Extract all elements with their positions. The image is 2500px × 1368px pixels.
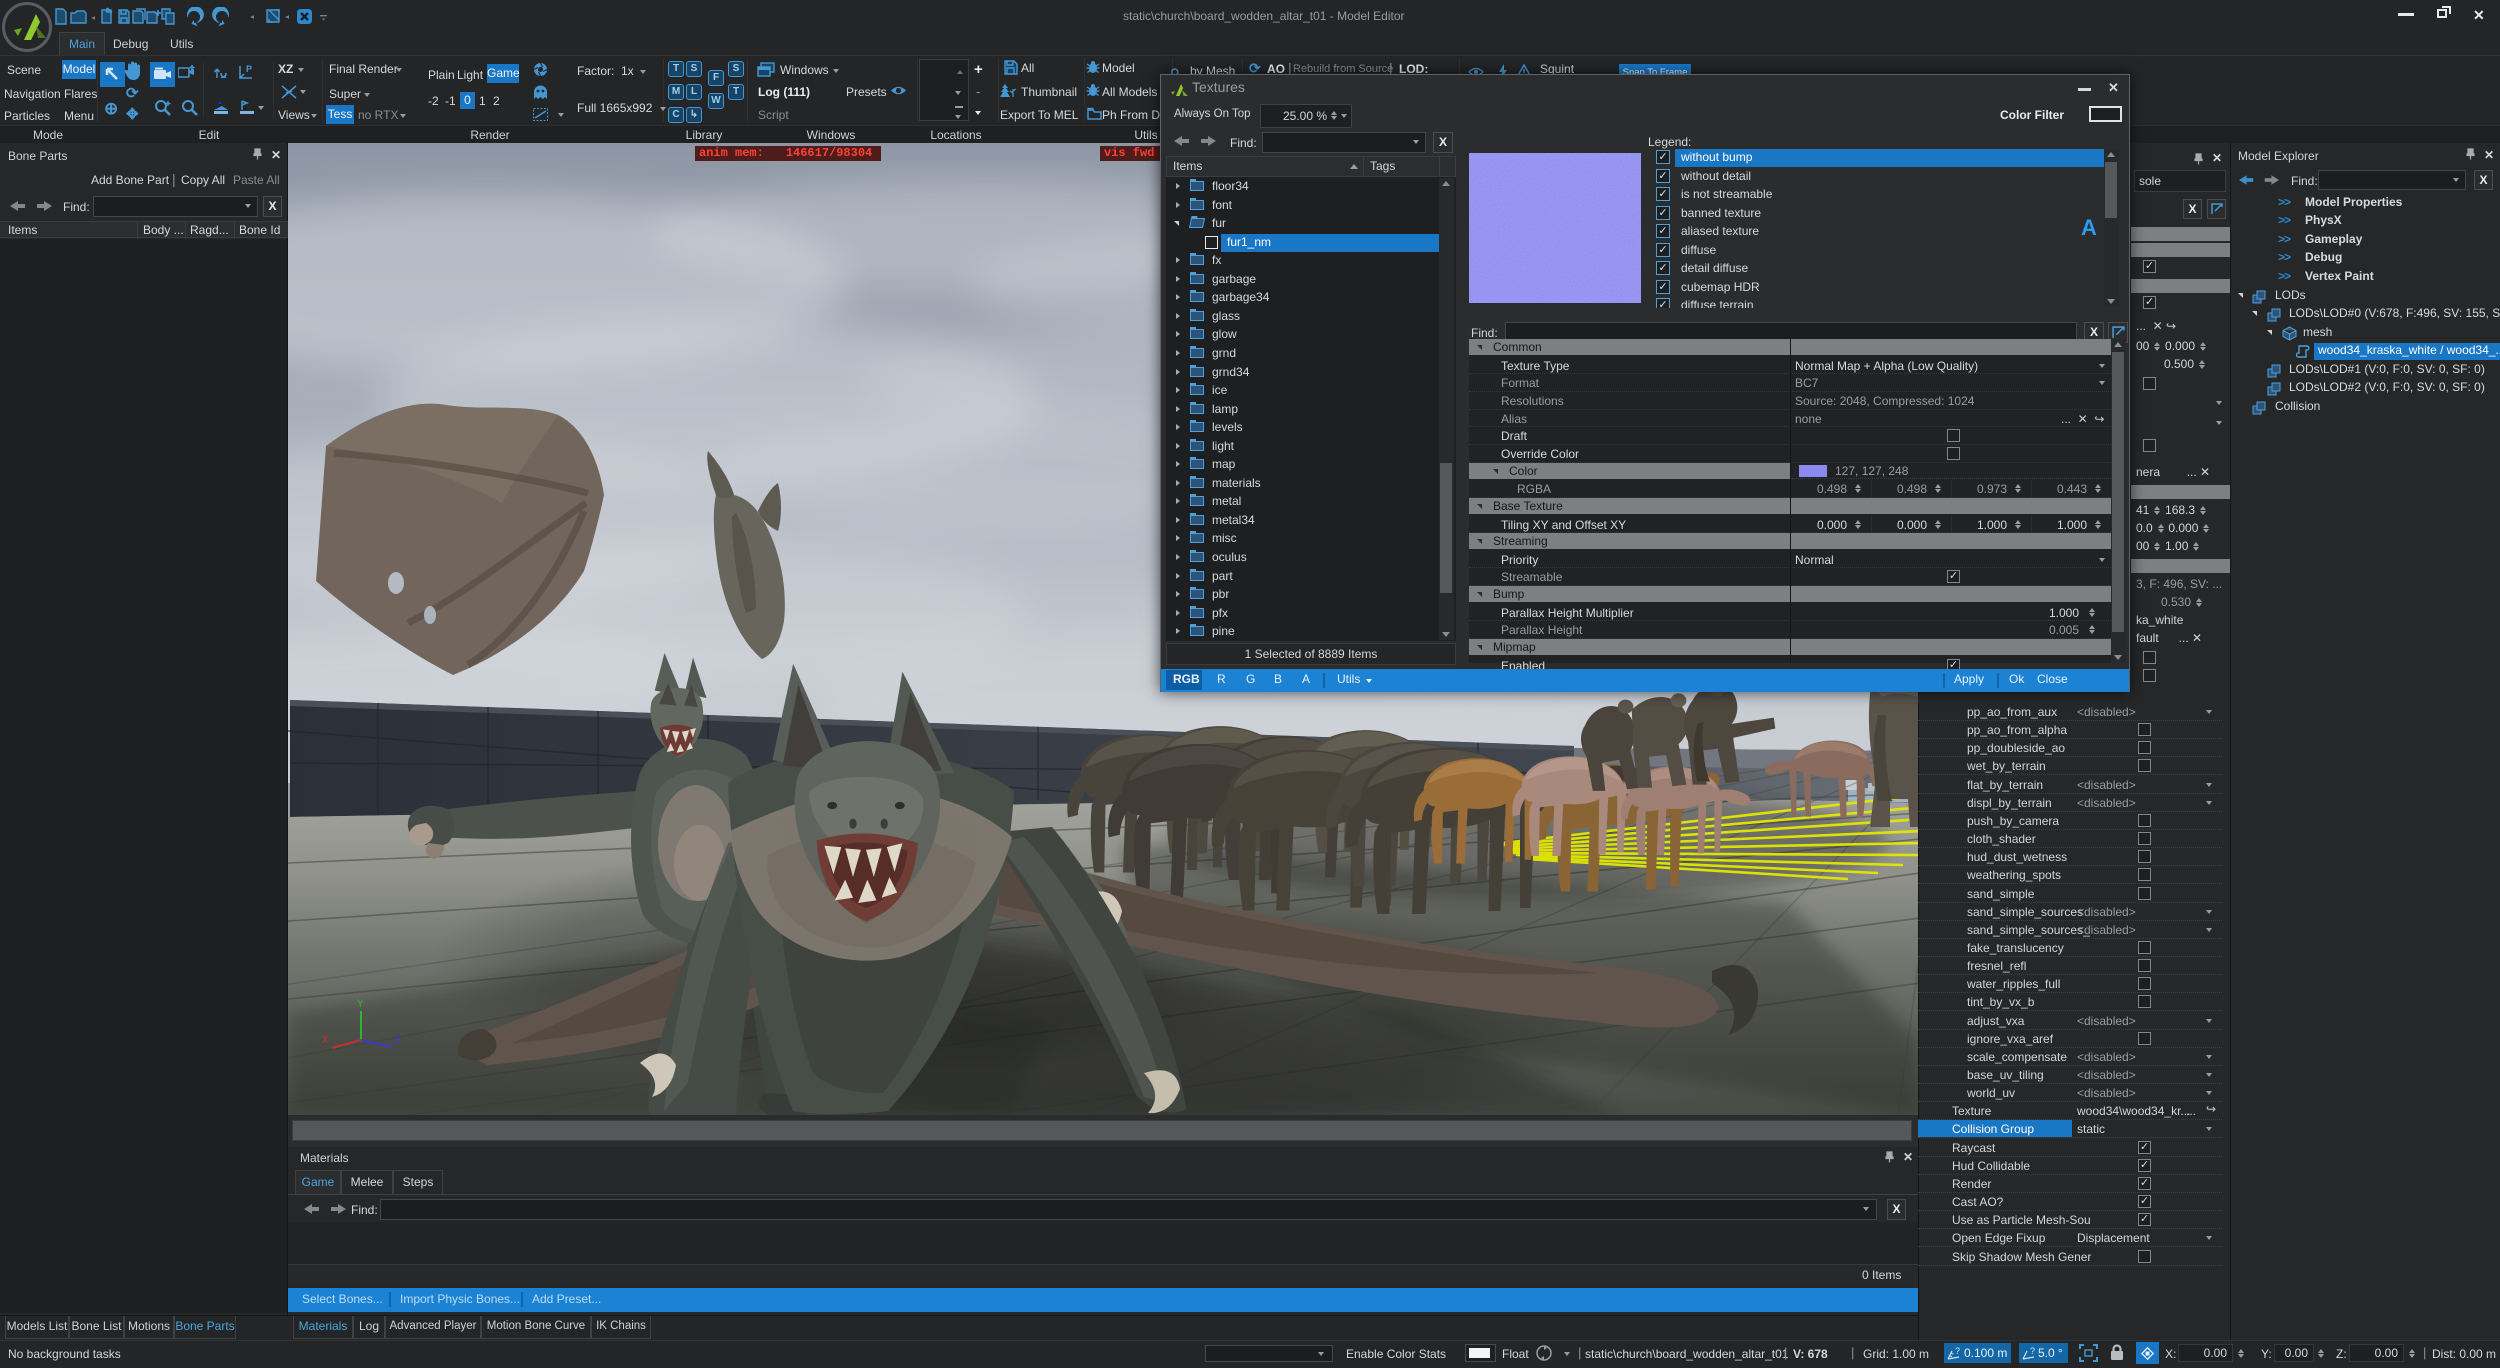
svg-text:P: P [246, 65, 252, 74]
svg-text:?: ? [1955, 1347, 1960, 1356]
svg-text:?: ? [2030, 1347, 2035, 1356]
